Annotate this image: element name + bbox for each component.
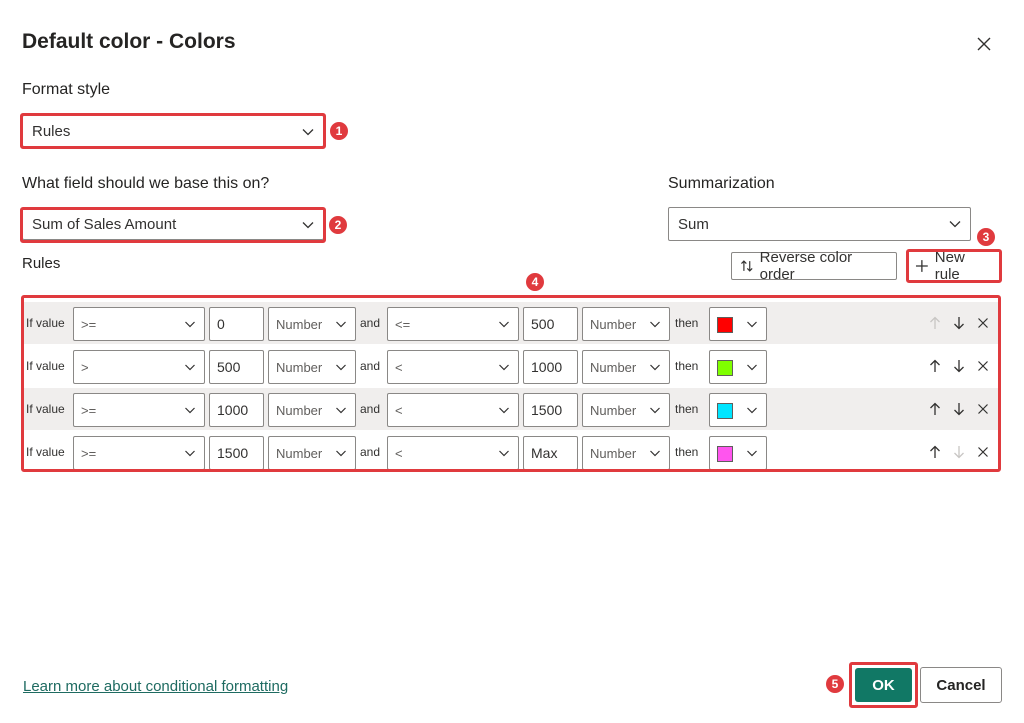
highlight-box-1 <box>20 113 326 149</box>
chevron-down-icon <box>949 221 961 228</box>
annotation-badge-3: 3 <box>976 227 996 247</box>
base-field-label: What field should we base this on? <box>22 175 270 192</box>
reverse-color-order-label: Reverse color order <box>759 249 853 283</box>
annotation-badge-4: 4 <box>525 272 545 292</box>
reverse-color-order-button[interactable]: Reverse color order <box>731 249 897 283</box>
annotation-badge-1: 1 <box>329 121 349 141</box>
highlight-box-3 <box>906 249 1002 283</box>
highlight-box-4 <box>21 295 1001 472</box>
summarization-value: Sum <box>678 215 709 233</box>
highlight-box-2 <box>20 207 326 243</box>
rules-label: Rules <box>22 255 61 272</box>
summarization-label: Summarization <box>668 175 775 192</box>
format-style-label: Format style <box>22 81 111 98</box>
cancel-button[interactable]: Cancel <box>920 667 1002 703</box>
learn-more-link[interactable]: Learn more about conditional formatting <box>23 678 288 695</box>
summarization-dropdown[interactable]: Sum <box>668 207 971 241</box>
dialog-title: Default color - Colors <box>22 30 236 53</box>
highlight-box-5 <box>849 662 918 708</box>
close-icon <box>977 37 991 51</box>
close-button[interactable] <box>972 32 996 56</box>
annotation-badge-2: 2 <box>328 215 348 235</box>
annotation-badge-5: 5 <box>825 674 845 694</box>
sort-arrows-icon <box>741 260 753 272</box>
